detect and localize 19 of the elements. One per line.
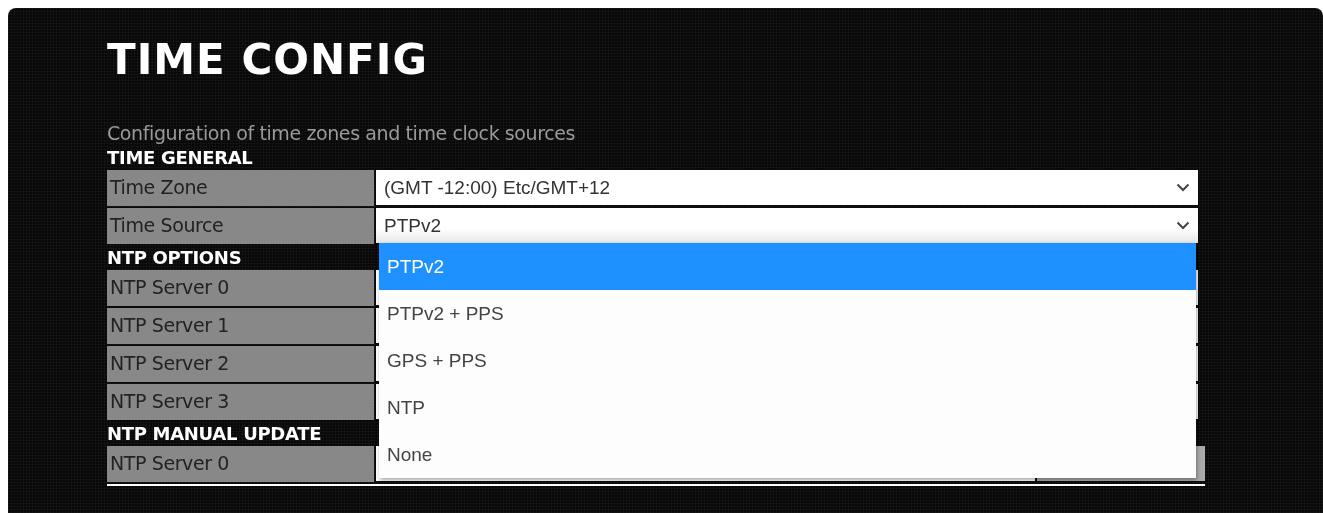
- section-heading: NTP OPTIONS: [107, 248, 242, 268]
- section-heading: TIME GENERAL: [107, 148, 253, 168]
- chevron-down-icon: [1176, 183, 1190, 192]
- page-description: Configuration of time zones and time clock sources: [107, 122, 577, 144]
- field-label: NTP Server 3: [107, 384, 374, 420]
- page-title: TIME CONFIG: [107, 34, 429, 86]
- dropdown-option[interactable]: None: [379, 431, 1196, 478]
- field-label: Time Zone: [107, 170, 374, 206]
- dropdown-option[interactable]: NTP: [379, 384, 1196, 431]
- chevron-down-icon: [1176, 221, 1190, 230]
- section-heading: NTP MANUAL UPDATE: [107, 424, 322, 444]
- dropdown-option[interactable]: GPS + PPS: [379, 337, 1196, 384]
- field-label: Time Source: [107, 208, 374, 244]
- field-label: NTP Server 2: [107, 346, 374, 382]
- dropdown-select[interactable]: (GMT -12:00) Etc/GMT+12: [376, 170, 1198, 205]
- dropdown-option[interactable]: PTPv2 + PPS: [379, 290, 1196, 337]
- field-label: NTP Server 0: [107, 270, 374, 306]
- field-label: NTP Server 1: [107, 308, 374, 344]
- field-label: NTP Server 0: [107, 446, 374, 482]
